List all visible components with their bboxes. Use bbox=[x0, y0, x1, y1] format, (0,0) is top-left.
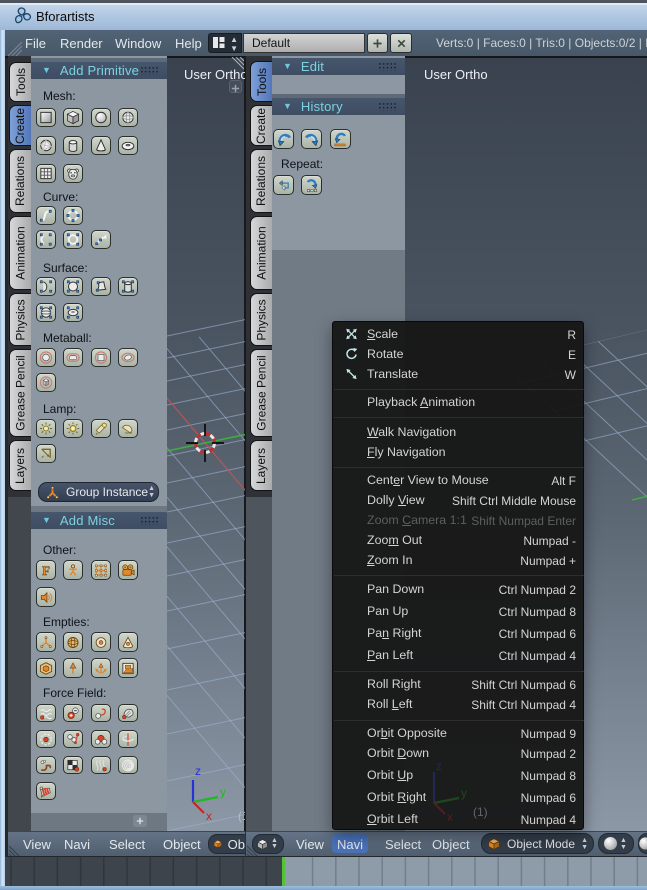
svg-text:F: F bbox=[42, 563, 50, 578]
